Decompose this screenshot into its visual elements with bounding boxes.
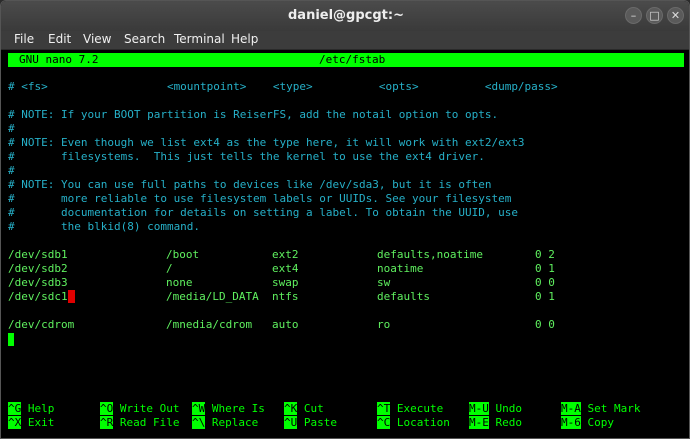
comment-line: #	[8, 164, 15, 177]
terminal-content[interactable]: GNU nano 7.2 /etc/fstab # <fs> <mountpoi…	[1, 51, 689, 438]
entry-mount: /boot	[166, 248, 200, 261]
shortcut-key: ^G	[8, 402, 22, 415]
fstab-header-comment: # <fs> <mountpoint> <type> <opts> <dump/…	[8, 80, 558, 93]
entry-dump: 0 0	[535, 276, 555, 289]
entry-type: swap	[272, 276, 299, 289]
shortcut-label: Paste	[303, 416, 337, 429]
shortcut-read-file[interactable]: ^R Read File	[100, 416, 179, 430]
entry-dump: 0 1	[535, 262, 555, 275]
shortcut-label: Help	[27, 402, 55, 415]
entry-mount: /media/LD_DATA	[166, 290, 259, 303]
entry-dump: 0 0	[535, 318, 555, 331]
entry-opts: noatime	[377, 262, 424, 275]
entry-type: ext2	[272, 248, 299, 261]
shortcut-key: ^K	[284, 402, 298, 415]
shortcut-key: ^C	[377, 416, 391, 429]
shortcut-label: Exit	[27, 416, 55, 429]
shortcut-label: Location	[396, 416, 450, 429]
text-cursor	[67, 290, 75, 303]
shortcut-where-is[interactable]: ^W Where Is	[192, 402, 265, 416]
maximize-icon[interactable]: □	[646, 7, 663, 24]
close-icon[interactable]: ✕	[667, 7, 684, 24]
nano-header: GNU nano 7.2 /etc/fstab	[8, 53, 684, 67]
entry-dump: 0 1	[535, 290, 555, 303]
shortcut-key: M-6	[561, 416, 581, 429]
title-bar[interactable]: daniel@gpcgt:~ – □ ✕	[1, 1, 689, 31]
shortcut-exit[interactable]: ^X Exit	[8, 416, 54, 430]
shortcut-label: Copy	[587, 416, 615, 429]
shortcut-label: Redo	[495, 416, 523, 429]
shortcut-key: M-E	[469, 416, 489, 429]
entry-opts: defaults,noatime	[377, 248, 483, 261]
shortcut-key: ^X	[8, 416, 22, 429]
menu-view[interactable]: View	[83, 32, 111, 46]
shortcut-copy[interactable]: M-6 Copy	[561, 416, 614, 430]
entry-opts: defaults	[377, 290, 430, 303]
nano-version: GNU nano 7.2	[19, 53, 99, 66]
comment-line: # NOTE: Even though we list ext4 as the …	[8, 136, 525, 149]
entry-opts: ro	[377, 318, 391, 331]
shortcut-key: ^R	[100, 416, 114, 429]
shortcut-paste[interactable]: ^U Paste	[284, 416, 337, 430]
entry-fs-with-cursor: /dev/sdc1	[8, 290, 75, 304]
entry-fs: /dev/sdb1	[8, 248, 68, 261]
shortcut-key: ^\	[192, 416, 206, 429]
shortcut-key: ^U	[284, 416, 298, 429]
entry-type: ntfs	[272, 290, 299, 303]
shortcut-key: ^T	[377, 402, 391, 415]
entry-fs: /dev/cdrom	[8, 318, 75, 331]
comment-line: # NOTE: You can use full paths to device…	[8, 178, 492, 191]
nano-filename: /etc/fstab	[319, 53, 386, 66]
window-title: daniel@gpcgt:~	[288, 8, 404, 23]
entry-type: auto	[272, 318, 299, 331]
entry-dump: 0 2	[535, 248, 555, 261]
shortcut-label: Where Is	[211, 402, 265, 415]
shortcut-label: Cut	[303, 402, 324, 415]
shortcut-key: ^O	[100, 402, 114, 415]
comment-line: # NOTE: If your BOOT partition is Reiser…	[8, 108, 499, 121]
comment-line: #	[8, 122, 15, 135]
comment-line: # documentation for details on setting a…	[8, 206, 518, 219]
menu-file[interactable]: File	[14, 32, 34, 46]
entry-fs: /dev/sdb2	[8, 262, 68, 275]
shortcut-cut[interactable]: ^K Cut	[284, 402, 324, 416]
entry-fs: /dev/sdc1	[8, 290, 68, 303]
menu-help[interactable]: Help	[231, 32, 258, 46]
entry-opts: sw	[377, 276, 391, 289]
block-cursor	[8, 333, 14, 346]
entry-type: ext4	[272, 262, 299, 275]
menu-search[interactable]: Search	[124, 32, 165, 46]
entry-mount: none	[166, 276, 193, 289]
shortcut-label: Set Mark	[587, 402, 641, 415]
shortcut-label: Replace	[211, 416, 259, 429]
entry-mount: /mnedia/cdrom	[166, 318, 253, 331]
terminal-window: daniel@gpcgt:~ – □ ✕ File Edit View Sear…	[0, 0, 690, 439]
minimize-icon[interactable]: –	[625, 7, 642, 24]
shortcut-key: ^W	[192, 402, 206, 415]
shortcut-replace[interactable]: ^\ Replace	[192, 416, 258, 430]
shortcut-location[interactable]: ^C Location	[377, 416, 450, 430]
menu-terminal[interactable]: Terminal	[174, 32, 225, 46]
shortcut-help[interactable]: ^G Help	[8, 402, 54, 416]
shortcut-label: Read File	[119, 416, 180, 429]
menu-edit[interactable]: Edit	[48, 32, 71, 46]
menu-bar: File Edit View Search Terminal Help	[1, 31, 689, 50]
shortcut-label: Execute	[396, 402, 444, 415]
shortcut-execute[interactable]: ^T Execute	[377, 402, 443, 416]
shortcut-write-out[interactable]: ^O Write Out	[100, 402, 179, 416]
shortcut-key: M-U	[469, 402, 489, 415]
shortcut-key: M-A	[561, 402, 581, 415]
entry-fs: /dev/sdb3	[8, 276, 68, 289]
shortcut-set-mark[interactable]: M-A Set Mark	[561, 402, 640, 416]
shortcut-redo[interactable]: M-E Redo	[469, 416, 522, 430]
entry-mount: /	[166, 262, 173, 275]
shortcut-undo[interactable]: M-U Undo	[469, 402, 522, 416]
comment-line: # the blkid(8) command.	[8, 220, 201, 233]
comment-line: # filesystems. This just tells the kerne…	[8, 150, 485, 163]
shortcut-label: Write Out	[119, 402, 180, 415]
comment-line: # more reliable to use filesystem labels…	[8, 192, 512, 205]
shortcut-label: Undo	[495, 402, 523, 415]
